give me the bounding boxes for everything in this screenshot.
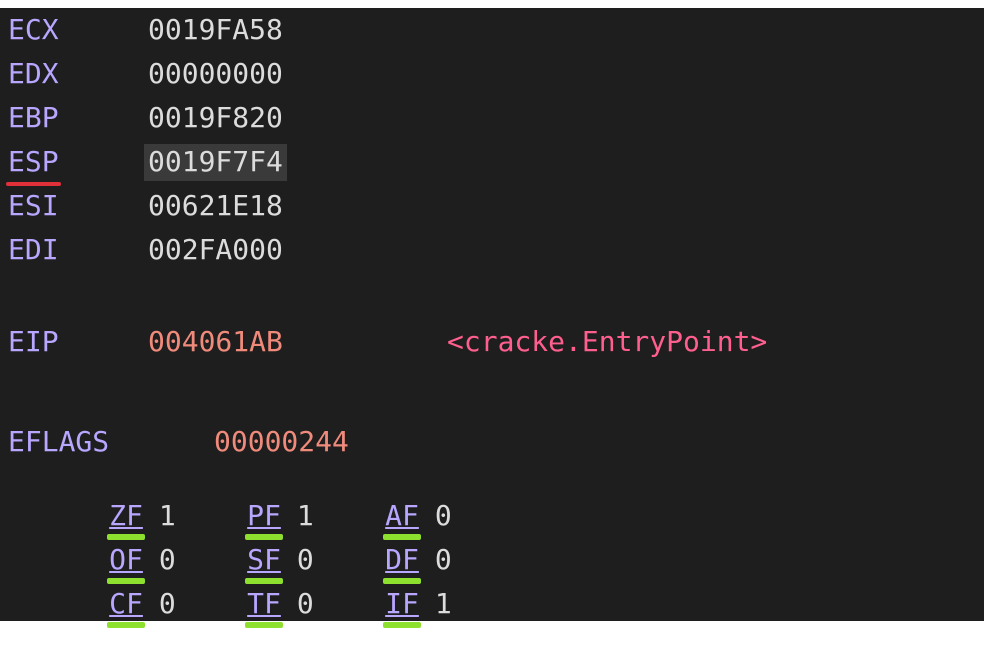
flag-name-tf: TF [245,587,283,628]
register-name-ecx: ECX [8,13,59,46]
register-value-edi[interactable]: 002FA000 [146,236,285,264]
flag-if[interactable]: IF 1 [284,562,452,646]
flag-value-if[interactable]: 1 [435,590,452,618]
register-name-edx: EDX [8,57,59,90]
register-value-eflags[interactable]: 00000244 [214,428,349,456]
registers-panel: ECX 0019FA58 EDX 00000000 EBP 0019F820 E… [0,8,984,628]
register-name-eip: EIP [8,325,59,358]
flag-name-if: IF [383,587,421,628]
register-value-edx[interactable]: 00000000 [146,60,285,88]
register-value-ecx[interactable]: 0019FA58 [146,16,285,44]
register-value-esp[interactable]: 0019F7F4 [144,144,287,181]
register-value-eip[interactable]: 004061AB [146,328,285,356]
register-name-ebp: EBP [8,101,59,134]
eip-comment: <cracke.EntryPoint> [447,325,768,358]
register-value-ebp[interactable]: 0019F820 [146,104,285,132]
register-name-esi: ESI [8,189,59,222]
register-name-eflags: EFLAGS [8,425,110,458]
register-name-esp: ESP [6,145,61,186]
flag-name-cf: CF [107,587,145,628]
register-name-edi: EDI [8,233,59,266]
register-value-esi[interactable]: 00621E18 [146,192,285,220]
